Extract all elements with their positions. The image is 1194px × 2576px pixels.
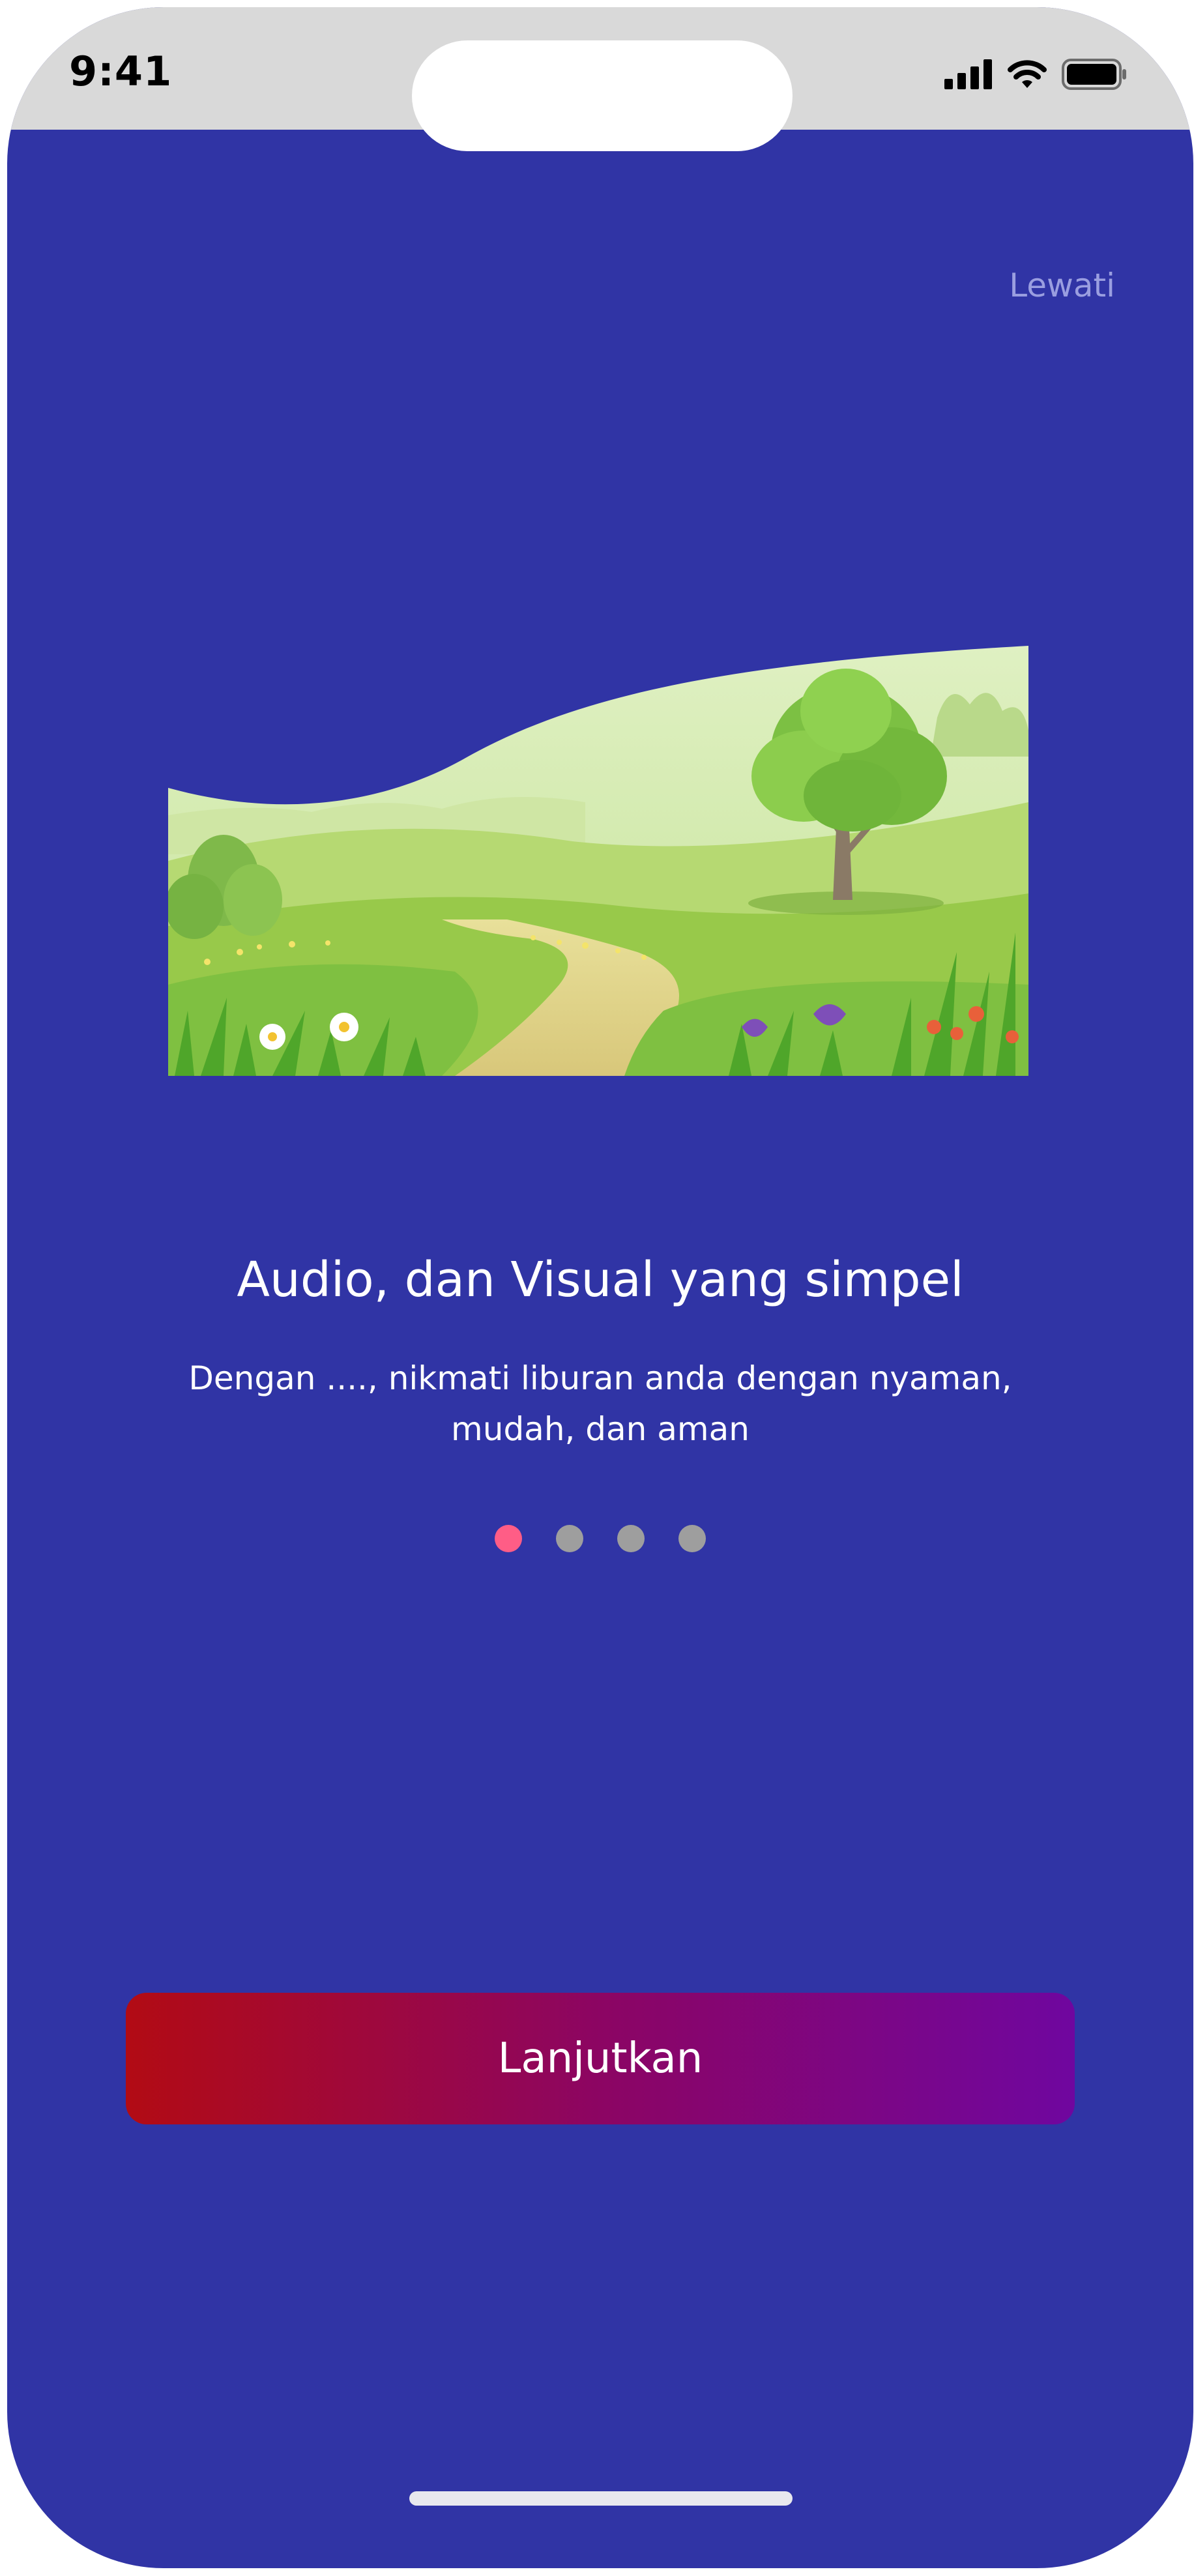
status-time: 9:41 [69,48,173,95]
continue-button[interactable]: Lanjutkan [126,1993,1075,2124]
landscape-illustration [168,646,1028,1076]
dynamic-island [412,40,793,151]
wifi-icon [1008,60,1047,88]
page-dot-4[interactable] [678,1525,706,1552]
phone-screen: 9:41 Lewati Audio, dan Visual yang simpe… [7,7,1193,2568]
page-indicator [7,1525,1193,1552]
page-dot-1[interactable] [495,1525,522,1552]
page-dot-2[interactable] [556,1525,583,1552]
signal-icon [944,59,992,89]
home-indicator[interactable] [409,2491,793,2506]
battery-icon [1062,59,1126,90]
onboarding-description: Dengan ...., nikmati liburan anda dengan… [188,1359,1012,1448]
status-icons [944,58,1128,91]
skip-button[interactable]: Lewati [1009,267,1115,304]
onboarding-title: Audio, dan Visual yang simpel [237,1252,964,1308]
page-dot-3[interactable] [617,1525,645,1552]
